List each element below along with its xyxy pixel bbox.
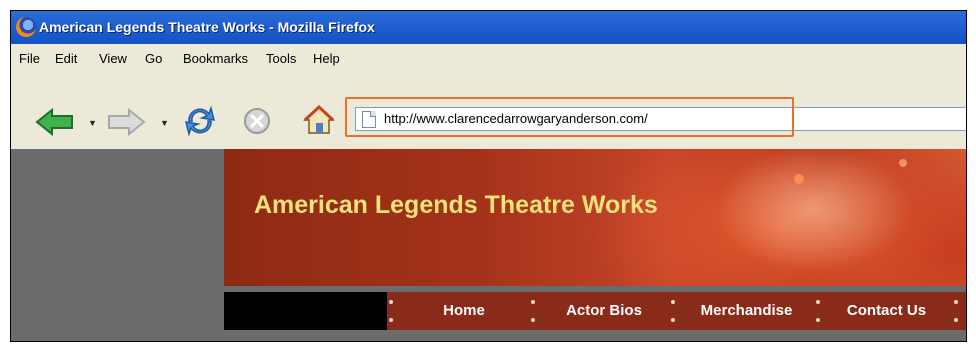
- reload-icon[interactable]: [183, 104, 217, 138]
- nav-separator: [814, 292, 822, 330]
- nav-separator: [529, 292, 537, 330]
- menu-help[interactable]: Help: [313, 51, 340, 66]
- nav-contact-us[interactable]: Contact Us: [824, 292, 949, 330]
- site-title: American Legends Theatre Works: [254, 191, 658, 219]
- forward-dropdown-icon[interactable]: ▼: [160, 118, 169, 128]
- stop-icon[interactable]: [243, 107, 271, 135]
- page-content: American Legends Theatre Works Home Acto…: [11, 149, 966, 341]
- light-spot: [899, 159, 907, 167]
- site-banner: American Legends Theatre Works: [224, 149, 966, 286]
- menu-bookmarks[interactable]: Bookmarks: [183, 51, 248, 66]
- light-spot: [794, 174, 804, 184]
- nav-spacer: [224, 292, 387, 330]
- browser-window: American Legends Theatre Works - Mozilla…: [10, 10, 967, 342]
- nav-separator: [952, 292, 960, 330]
- home-icon[interactable]: [302, 104, 336, 136]
- menu-file[interactable]: File: [19, 51, 40, 66]
- navigation-toolbar: ▼ ▼ http://www.clarencedarrowgaryanderso…: [11, 74, 966, 149]
- back-icon[interactable]: [35, 107, 75, 137]
- menu-edit[interactable]: Edit: [55, 51, 77, 66]
- nav-actor-bios[interactable]: Actor Bios: [539, 292, 669, 330]
- forward-icon[interactable]: [106, 107, 146, 137]
- nav-merchandise[interactable]: Merchandise: [679, 292, 814, 330]
- menu-view[interactable]: View: [99, 51, 127, 66]
- menu-bar: File Edit View Go Bookmarks Tools Help: [11, 44, 966, 74]
- menu-go[interactable]: Go: [145, 51, 162, 66]
- menu-tools[interactable]: Tools: [266, 51, 296, 66]
- site-nav: Home Actor Bios Merchandise Contact Us: [224, 292, 966, 330]
- nav-home[interactable]: Home: [399, 292, 529, 330]
- nav-separator: [387, 292, 395, 330]
- back-dropdown-icon[interactable]: ▼: [88, 118, 97, 128]
- firefox-icon: [16, 17, 36, 37]
- window-title: American Legends Theatre Works - Mozilla…: [39, 19, 375, 35]
- url-highlight-box: [345, 97, 794, 137]
- title-bar: American Legends Theatre Works - Mozilla…: [11, 11, 966, 44]
- nav-separator: [669, 292, 677, 330]
